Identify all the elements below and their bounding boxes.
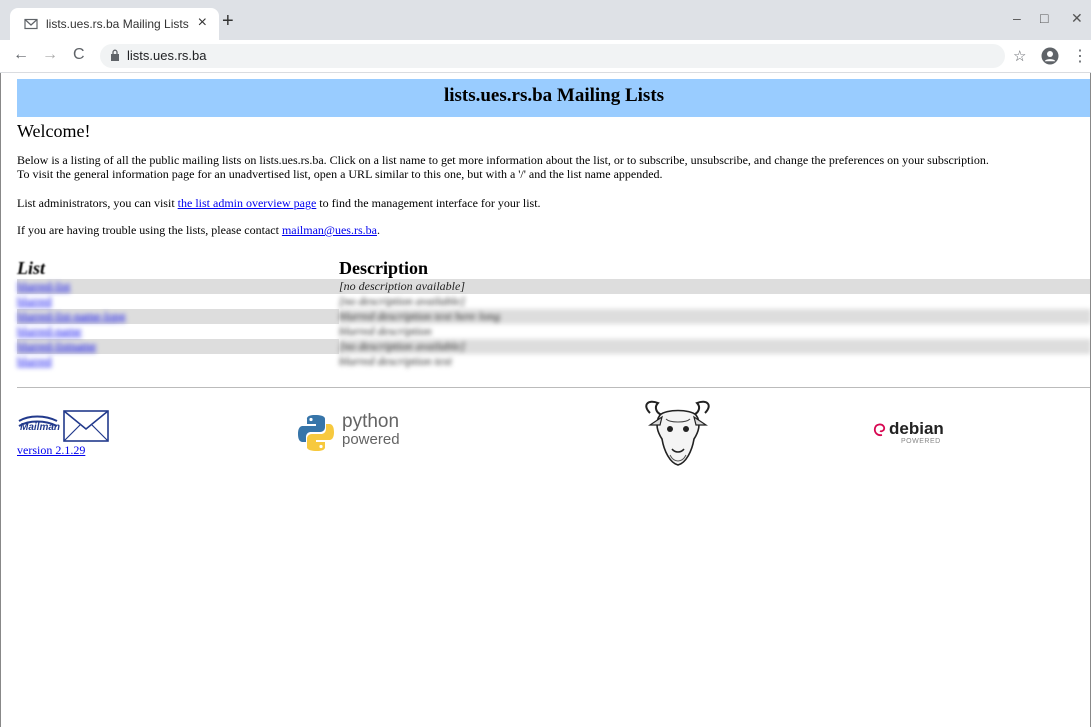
list-name-link[interactable]: blurred-listname [17,339,96,353]
close-window-button[interactable]: ✕ [1071,10,1083,27]
gnu-head-icon [645,400,710,466]
list-description: blurred description text [339,354,452,368]
back-button[interactable]: ← [13,46,29,64]
tab-close-button[interactable]: × [198,14,207,32]
footer-divider [17,387,1091,388]
table-row: blurred-list-name-long blurred descripti… [17,309,1091,324]
omnibox[interactable]: lists.ues.rs.ba [100,44,1005,68]
admin-paragraph: List administrators, you can visit the l… [17,196,1091,210]
python-powered-logo[interactable]: python powered [298,411,418,457]
col-list-header: List [17,258,46,278]
url-text: lists.ues.rs.ba [127,48,207,63]
table-row: blurred blurred description text [17,354,1091,369]
browser-menu-icon[interactable]: ⋮ [1072,46,1088,66]
new-tab-button[interactable]: + [222,11,234,31]
intro-line-1: Below is a listing of all the public mai… [17,153,989,167]
table-row: blurred-name blurred description [17,324,1091,339]
list-name-link[interactable]: blurred-list-name-long [17,309,126,323]
table-row: blurred-list [no description available] [17,279,1091,294]
bookmark-star-icon[interactable]: ☆ [1013,47,1026,65]
tab-bar: lists.ues.rs.ba Mailing Lists × + – □ ✕ [0,0,1091,40]
list-description: [no description available] [339,339,1091,354]
python-snake-icon [298,415,334,451]
maximize-button[interactable]: □ [1040,10,1048,26]
account-icon[interactable] [1041,47,1059,65]
mailing-lists-table: List Description blurred-list [no descri… [17,258,1091,369]
welcome-heading: Welcome! [17,121,91,141]
list-name-link[interactable]: blurred [17,354,52,368]
admin-text-pre: List administrators, you can visit [17,196,178,210]
mail-icon [24,18,38,30]
list-description: blurred description text here long [339,309,1091,324]
table-row: blurred-listname [no description availab… [17,339,1091,354]
table-row: blurred [no description available] [17,294,1091,309]
table-header: List Description [17,258,1091,279]
admin-text-post: to find the management interface for you… [316,196,541,210]
list-name-link[interactable]: blurred [17,294,52,308]
list-description: blurred description [339,324,432,338]
debian-swirl-icon [873,423,886,437]
trouble-text-post: . [376,223,380,237]
gnu-logo[interactable] [640,399,715,469]
trouble-text-pre: If you are having trouble using the list… [17,223,282,237]
debian-text: debian [889,419,944,438]
debian-powered-logo[interactable]: debian POWERED [873,419,953,449]
col-description-header: Description [339,258,428,278]
active-tab[interactable]: lists.ues.rs.ba Mailing Lists × [10,8,219,40]
version-link[interactable]: version 2.1.29 [17,443,85,458]
python-text: python [342,411,400,432]
page-banner: lists.ues.rs.ba Mailing Lists [17,79,1091,117]
contact-email-link[interactable]: mailman@ues.rs.ba [282,223,377,237]
intro-line-2: To visit the general information page fo… [17,167,663,181]
lock-icon [111,49,119,61]
reload-button[interactable]: C [73,46,85,64]
list-description: [no description available] [339,279,1091,294]
page-content: lists.ues.rs.ba Mailing Lists Welcome! B… [0,73,1091,727]
page-title: lists.ues.rs.ba Mailing Lists [443,85,665,106]
trouble-paragraph: If you are having trouble using the list… [17,223,1091,237]
powered-text: powered [342,431,400,448]
address-bar: ← → C lists.ues.rs.ba ☆ ⋮ [0,40,1091,73]
intro-paragraph: Below is a listing of all the public mai… [17,153,1091,181]
mailman-logo-text: Mailman [20,422,61,433]
tab-title: lists.ues.rs.ba Mailing Lists [46,17,189,31]
list-name-link[interactable]: blurred-name [17,324,82,338]
admin-overview-link[interactable]: the list admin overview page [178,196,317,210]
window-border-left [0,73,1,727]
debian-powered-subtext: POWERED [901,438,941,445]
list-description: [no description available] [339,294,465,308]
forward-button[interactable]: → [42,46,58,64]
list-name-link[interactable]: blurred-list [17,279,70,293]
minimize-button[interactable]: – [1013,10,1021,26]
